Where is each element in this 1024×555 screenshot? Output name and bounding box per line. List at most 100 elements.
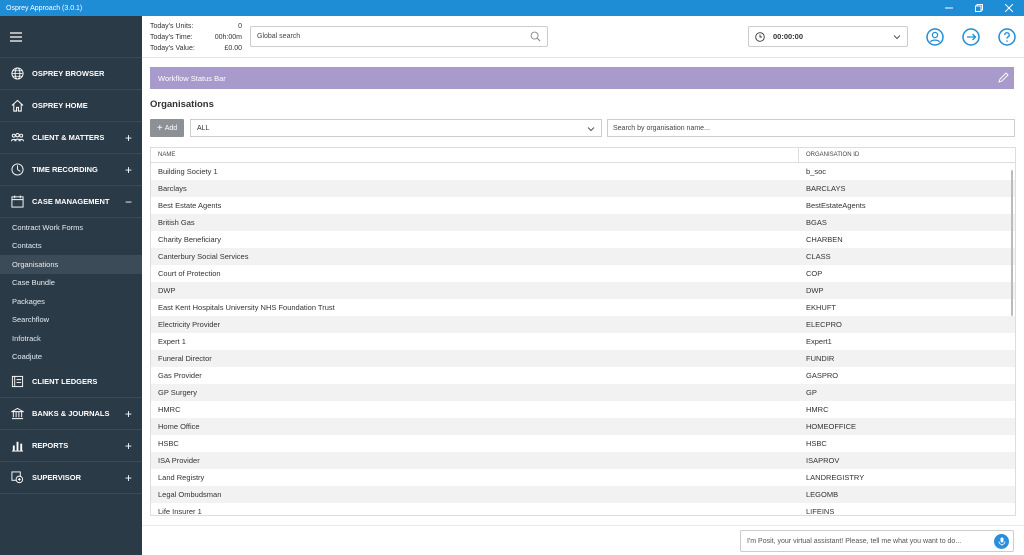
table-row[interactable]: Land Registry LANDREGISTRY bbox=[151, 469, 1015, 486]
table-row[interactable]: Best Estate Agents BestEstateAgents bbox=[151, 197, 1015, 214]
cell-name: Electricity Provider bbox=[158, 320, 221, 329]
nav-time-recording[interactable]: TIME RECORDING + bbox=[0, 154, 142, 186]
table-row[interactable]: Gas Provider GASPRO bbox=[151, 367, 1015, 384]
table-row[interactable]: British Gas BGAS bbox=[151, 214, 1015, 231]
table-row[interactable]: Charity Beneficiary CHARBEN bbox=[151, 231, 1015, 248]
cell-organisation-id: BGAS bbox=[806, 218, 827, 227]
column-header-name[interactable]: NAME bbox=[151, 148, 799, 162]
table-row[interactable]: ISA Provider ISAPROV bbox=[151, 452, 1015, 469]
table-row[interactable]: Expert 1 Expert1 bbox=[151, 333, 1015, 350]
table-row[interactable]: Electricity Provider ELECPRO bbox=[151, 316, 1015, 333]
stat-value: £0.00 bbox=[224, 45, 242, 52]
table-row[interactable]: HSBC HSBC bbox=[151, 435, 1015, 452]
cell-organisation-id: COP bbox=[806, 269, 823, 278]
table-row[interactable]: GP Surgery GP bbox=[151, 384, 1015, 401]
sub-item-infotrack[interactable]: Infotrack bbox=[0, 329, 142, 348]
column-header-organisation-id[interactable]: ORGANISATION ID bbox=[799, 148, 1015, 162]
microphone-button[interactable] bbox=[994, 534, 1009, 549]
nav-client-ledgers[interactable]: CLIENT LEDGERS bbox=[0, 366, 142, 398]
help-button[interactable] bbox=[998, 28, 1016, 46]
table-row[interactable]: Building Society 1 b_soc bbox=[151, 163, 1015, 180]
minimize-button[interactable] bbox=[934, 0, 964, 16]
pencil-icon[interactable] bbox=[998, 72, 1009, 83]
cell-organisation-id: Expert1 bbox=[806, 337, 832, 346]
global-search-input[interactable]: Global search bbox=[250, 26, 548, 47]
expand-icon[interactable]: + bbox=[125, 471, 132, 485]
cell-name: Court of Protection bbox=[158, 269, 221, 278]
nav-label: BANKS & JOURNALS bbox=[32, 409, 110, 418]
bar-chart-icon bbox=[11, 441, 23, 452]
cell-organisation-id: CLASS bbox=[806, 252, 831, 261]
people-icon bbox=[10, 133, 24, 142]
menu-toggle[interactable] bbox=[0, 16, 142, 58]
search-icon[interactable] bbox=[530, 31, 541, 42]
globe-icon bbox=[10, 67, 24, 80]
nav-label: CLIENT & MATTERS bbox=[32, 133, 105, 142]
nav-reports[interactable]: REPORTS + bbox=[0, 430, 142, 462]
expand-icon[interactable]: + bbox=[125, 163, 132, 177]
nav-supervisor[interactable]: SUPERVISOR + bbox=[0, 462, 142, 494]
sub-item-organisations[interactable]: Organisations bbox=[0, 255, 142, 274]
expand-icon[interactable]: + bbox=[125, 131, 132, 145]
cell-name: Gas Provider bbox=[158, 371, 202, 380]
table-row[interactable]: Life Insurer 1 LIFEINS bbox=[151, 503, 1015, 515]
logout-button[interactable] bbox=[962, 28, 980, 46]
chevron-down-icon bbox=[893, 35, 901, 40]
sub-item-case-bundle[interactable]: Case Bundle bbox=[0, 274, 142, 293]
footer-bar: I'm Posit, your virtual assistant! Pleas… bbox=[142, 525, 1024, 555]
table-row[interactable]: Barclays BARCLAYS bbox=[151, 180, 1015, 197]
organisation-filter-select[interactable]: ALL bbox=[190, 119, 602, 137]
restore-button[interactable] bbox=[964, 0, 994, 16]
nav-label: OSPREY BROWSER bbox=[32, 69, 105, 78]
nav-case-management[interactable]: CASE MANAGEMENT − bbox=[0, 186, 142, 218]
nav-banks-journals[interactable]: BANKS & JOURNALS + bbox=[0, 398, 142, 430]
top-header: Today's Units: 0 Today's Time: 00h:00m Tod… bbox=[142, 16, 1024, 58]
cell-organisation-id: ELECPRO bbox=[806, 320, 842, 329]
nav-label: SUPERVISOR bbox=[32, 473, 82, 482]
user-profile-button[interactable] bbox=[926, 28, 944, 46]
cell-name: Land Registry bbox=[158, 473, 205, 482]
cell-organisation-id: DWP bbox=[806, 286, 824, 295]
table-row[interactable]: Funeral Director FUNDIR bbox=[151, 350, 1015, 367]
microphone-icon bbox=[998, 537, 1005, 546]
expand-icon[interactable]: + bbox=[125, 439, 132, 453]
collapse-icon[interactable]: − bbox=[125, 195, 132, 209]
cell-name: HMRC bbox=[158, 405, 181, 414]
cell-name: British Gas bbox=[158, 218, 195, 227]
sidebar: OSPREY BROWSER OSPREY HOME CLIENT & MATT… bbox=[0, 16, 142, 555]
chevron-down-icon bbox=[587, 127, 595, 132]
window-titlebar: Osprey Approach (3.0.1) bbox=[0, 0, 1024, 16]
table-row[interactable]: Canterbury Social Services CLASS bbox=[151, 248, 1015, 265]
table-row[interactable]: HMRC HMRC bbox=[151, 401, 1015, 418]
ledger-icon bbox=[11, 375, 23, 388]
timer-dropdown[interactable]: 00:00:00 bbox=[748, 26, 908, 47]
sub-item-packages[interactable]: Packages bbox=[0, 292, 142, 311]
table-row[interactable]: Court of Protection COP bbox=[151, 265, 1015, 282]
sub-item-contract-work-forms[interactable]: Contract Work Forms bbox=[0, 218, 142, 237]
cell-organisation-id: CHARBEN bbox=[806, 235, 843, 244]
table-row[interactable]: DWP DWP bbox=[151, 282, 1015, 299]
virtual-assistant-input[interactable]: I'm Posit, your virtual assistant! Pleas… bbox=[740, 530, 1014, 552]
cell-name: Building Society 1 bbox=[158, 167, 218, 176]
nav-osprey-home[interactable]: OSPREY HOME bbox=[0, 90, 142, 122]
sub-item-contacts[interactable]: Contacts bbox=[0, 237, 142, 256]
status-bar-label: Workflow Status Bar bbox=[158, 73, 226, 83]
nav-osprey-browser[interactable]: OSPREY BROWSER bbox=[0, 58, 142, 90]
add-organisation-button[interactable]: + Add bbox=[150, 119, 184, 137]
today-stats: Today's Units: 0 Today's Time: 00h:00m Tod… bbox=[150, 21, 242, 54]
table-scrollbar[interactable] bbox=[1011, 170, 1013, 316]
assistant-placeholder: I'm Posit, your virtual assistant! Pleas… bbox=[747, 537, 962, 545]
table-row[interactable]: Home Office HOMEOFFICE bbox=[151, 418, 1015, 435]
sub-item-searchflow[interactable]: Searchflow bbox=[0, 311, 142, 330]
cell-organisation-id: ISAPROV bbox=[806, 456, 840, 465]
clock-icon bbox=[755, 31, 765, 42]
expand-icon[interactable]: + bbox=[125, 407, 132, 421]
nav-client-matters[interactable]: CLIENT & MATTERS + bbox=[0, 122, 142, 154]
restore-icon bbox=[975, 4, 983, 12]
stat-value: 00h:00m bbox=[214, 34, 242, 41]
sub-item-coadjute[interactable]: Coadjute bbox=[0, 348, 142, 367]
table-row[interactable]: East Kent Hospitals University NHS Found… bbox=[151, 299, 1015, 316]
close-window-button[interactable] bbox=[994, 0, 1024, 16]
table-row[interactable]: Legal Ombudsman LEGOMB bbox=[151, 486, 1015, 503]
organisation-search-input[interactable]: Search by organisation name... bbox=[607, 119, 1015, 137]
